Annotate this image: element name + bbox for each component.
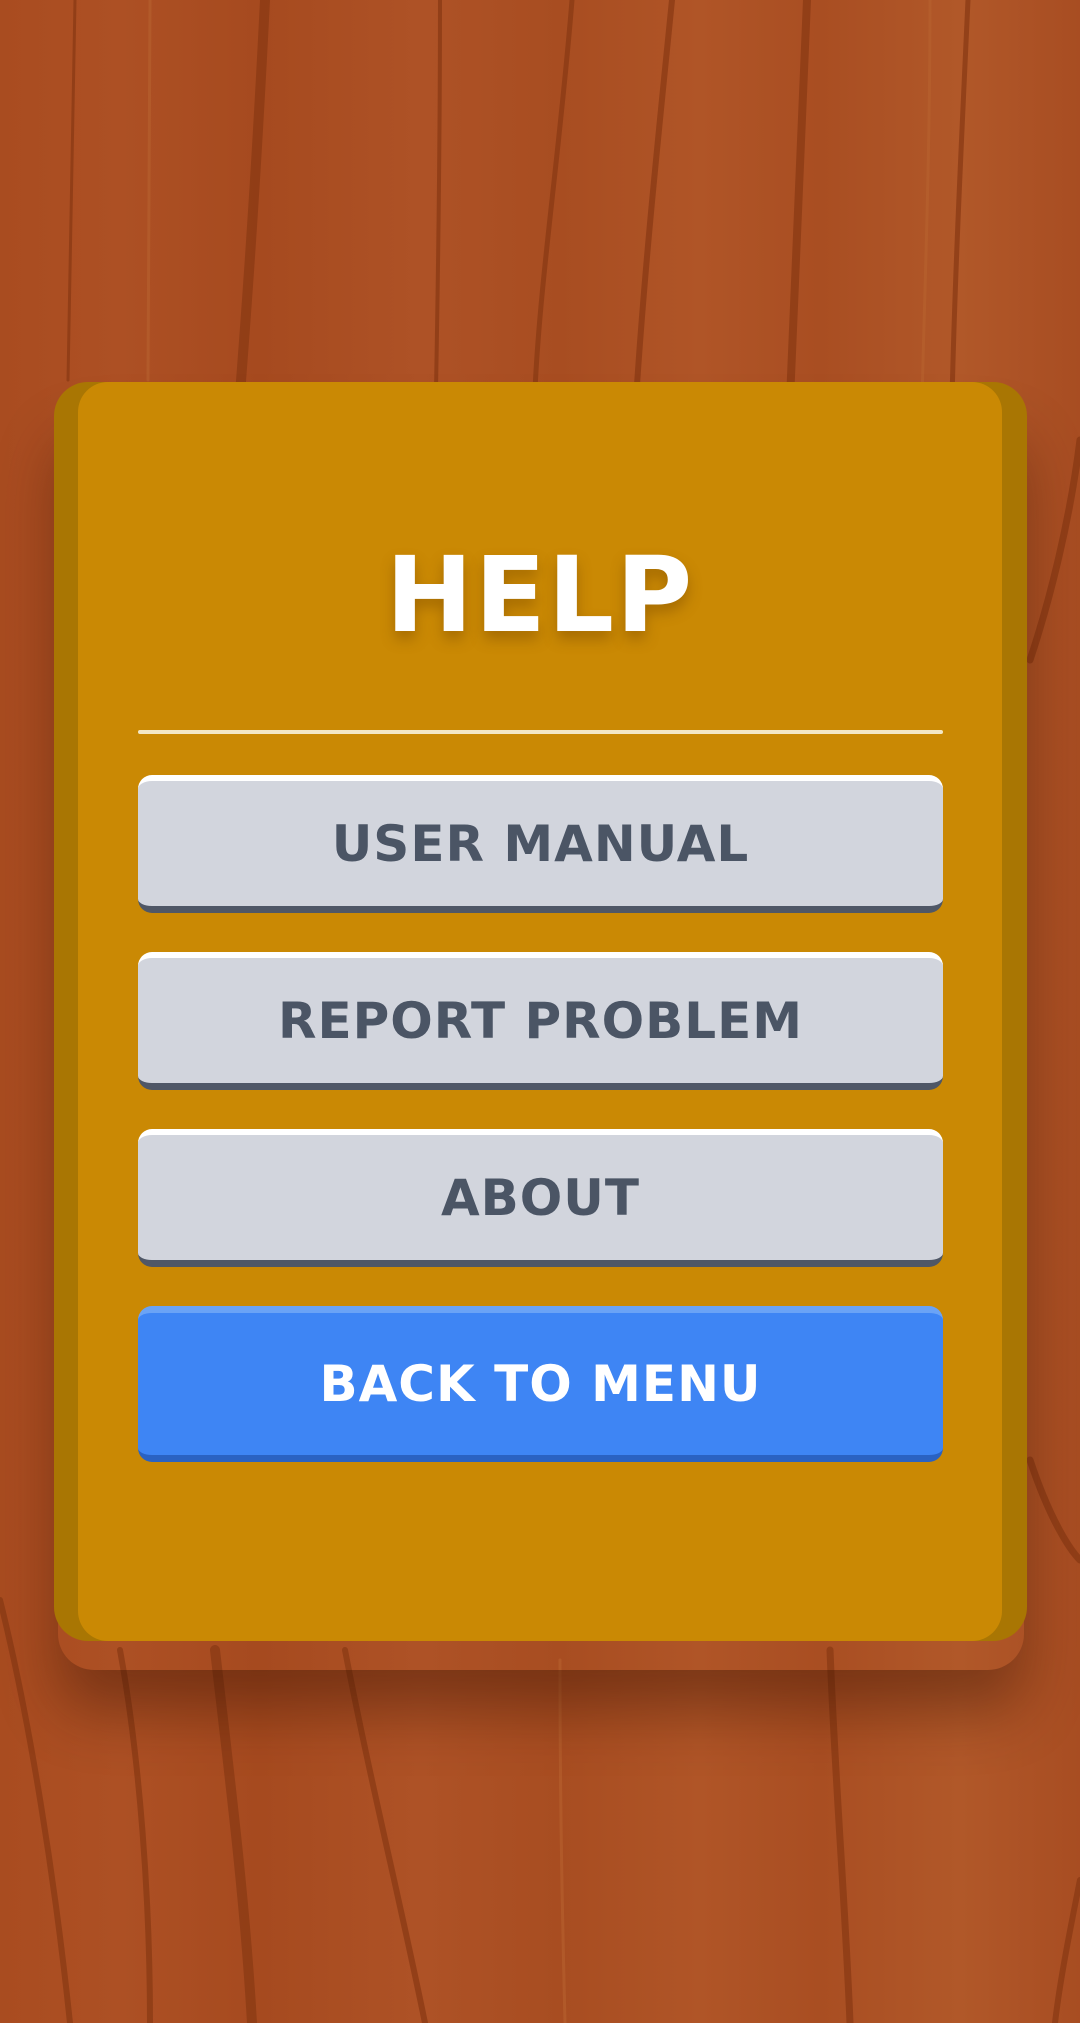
title-divider [138,730,943,734]
user-manual-label: USER MANUAL [331,815,750,873]
about-label: ABOUT [440,1169,641,1227]
report-problem-label: REPORT PROBLEM [277,992,804,1050]
user-manual-button[interactable]: USER MANUAL [138,775,943,913]
back-to-menu-button[interactable]: BACK TO MENU [138,1306,943,1462]
back-to-menu-label: BACK TO MENU [319,1355,762,1413]
about-button[interactable]: ABOUT [138,1129,943,1267]
report-problem-button[interactable]: REPORT PROBLEM [138,952,943,1090]
help-title: HELP [385,534,695,656]
